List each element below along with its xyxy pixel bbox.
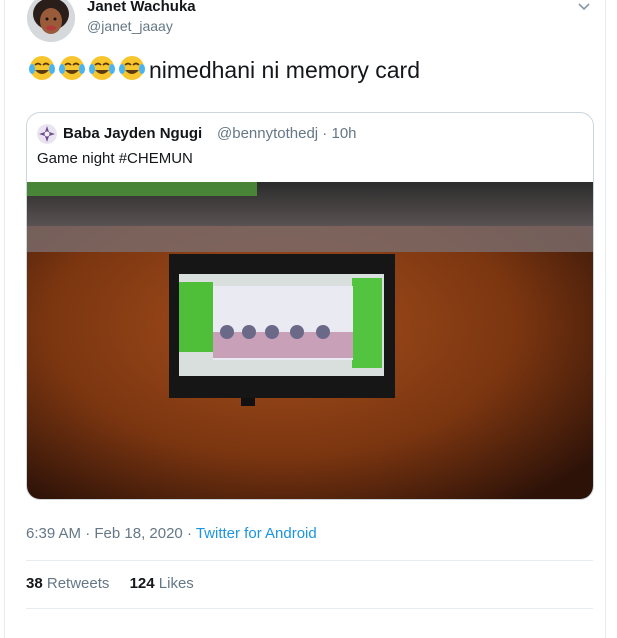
meta-dot: · [318, 125, 332, 142]
face-with-tears-of-joy-icon [29, 56, 55, 80]
tweet-body-text: nimedhani ni memory card [149, 57, 421, 83]
chevron-down-icon[interactable] [577, 0, 591, 14]
likes-stat[interactable]: 124 Likes [130, 575, 194, 592]
divider [26, 608, 593, 609]
tweet-card: Janet Wachuka @janet_jaaay nimedhani ni … [4, 0, 606, 638]
quoted-author-handle[interactable]: @bennytothedj [217, 125, 318, 142]
face-with-tears-of-joy-icon [119, 56, 145, 80]
tweet-stats: 38 Retweets 124 Likes [26, 575, 210, 592]
likes-label: Likes [158, 575, 194, 592]
tweet-text: nimedhani ni memory card [27, 54, 420, 84]
tweet-timestamp: 6:39 AM · Feb 18, 2020 · Twitter for And… [26, 525, 317, 542]
quoted-meta: @bennytothedj · 10h [217, 125, 357, 142]
quoted-author-avatar[interactable] [37, 124, 57, 144]
emoji-group [27, 54, 147, 82]
author-avatar[interactable] [27, 0, 75, 42]
retweets-count: 38 [26, 575, 43, 592]
author-handle[interactable]: @janet_jaaay [87, 18, 173, 34]
divider [26, 560, 593, 561]
retweets-label: Retweets [46, 575, 110, 592]
likes-count: 124 [129, 575, 155, 592]
author-display-name[interactable]: Janet Wachuka [87, 0, 196, 15]
quoted-tweet[interactable]: Baba Jayden Ngugi @bennytothedj · 10h Ga… [26, 112, 594, 500]
face-with-tears-of-joy-icon [59, 56, 85, 80]
quoted-age[interactable]: 10h [331, 125, 356, 142]
meta-dot: · [182, 525, 196, 542]
retweets-stat[interactable]: 38 Retweets [26, 575, 109, 592]
source-link[interactable]: Twitter for Android [196, 525, 317, 542]
face-with-tears-of-joy-icon [89, 56, 115, 80]
quoted-photo[interactable] [27, 182, 593, 499]
timestamp-link[interactable]: 6:39 AM · Feb 18, 2020 [26, 525, 183, 542]
quoted-text: Game night #CHEMUN [37, 150, 193, 167]
quoted-author-name[interactable]: Baba Jayden Ngugi [63, 125, 202, 142]
